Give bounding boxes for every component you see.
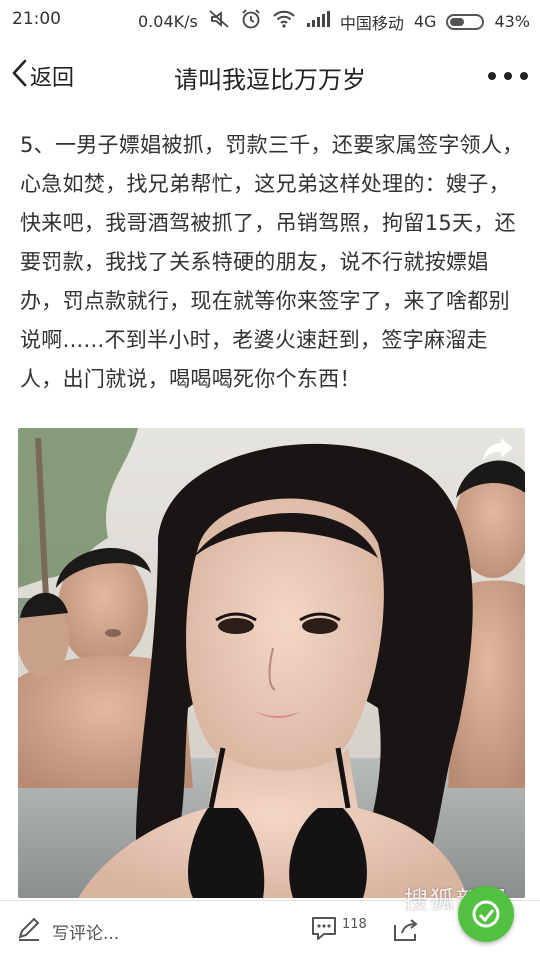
comment-placeholder: 写评论...: [52, 923, 120, 944]
comments-button[interactable]: 118: [310, 915, 367, 947]
comment-input[interactable]: 写评论...: [16, 915, 119, 947]
status-bar: 21:00 0.04K/s 中国移动 4G 43%: [0, 0, 540, 38]
status-time: 21:00: [12, 9, 61, 29]
share-button[interactable]: [392, 917, 420, 947]
network-speed: 0.04K/s: [138, 12, 198, 31]
back-button[interactable]: 返回: [10, 56, 74, 96]
back-label: 返回: [30, 66, 75, 91]
pencil-icon: [16, 916, 42, 947]
wifi-icon: [272, 9, 296, 34]
signal-icon: [306, 10, 330, 33]
more-dot-icon: [504, 72, 512, 80]
comment-count: 118: [342, 917, 367, 932]
status-indicators: 0.04K/s 中国移动 4G 43%: [138, 8, 530, 35]
page-title: 请叫我逗比万万岁: [174, 66, 366, 94]
logo-icon: [472, 900, 500, 928]
comment-bubble-icon: [310, 915, 338, 945]
battery-icon: [446, 13, 485, 30]
more-dot-icon: [488, 72, 496, 80]
more-dot-icon: [520, 72, 528, 80]
battery-level: 43%: [494, 12, 530, 31]
article-body: 5、一男子嫖娼被抓，罚款三千，还要家属签字领人，心急如焚，找兄弟帮忙，这兄弟这样…: [20, 126, 525, 399]
article-text: 5、一男子嫖娼被抓，罚款三千，还要家属签字领人，心急如焚，找兄弟帮忙，这兄弟这样…: [20, 133, 524, 391]
more-button[interactable]: [488, 64, 528, 88]
network-type: 4G: [413, 12, 437, 31]
mute-icon: [208, 9, 230, 34]
nav-bar: 返回 请叫我逗比万万岁: [0, 38, 540, 116]
selfie-image: [18, 428, 525, 898]
sohu-logo-button[interactable]: [458, 886, 514, 942]
share-arrow-icon[interactable]: [481, 436, 515, 464]
carrier-name: 中国移动: [339, 13, 404, 33]
alarm-icon: [240, 8, 262, 35]
article-photo[interactable]: [18, 428, 525, 898]
chevron-left-icon: [10, 58, 28, 94]
